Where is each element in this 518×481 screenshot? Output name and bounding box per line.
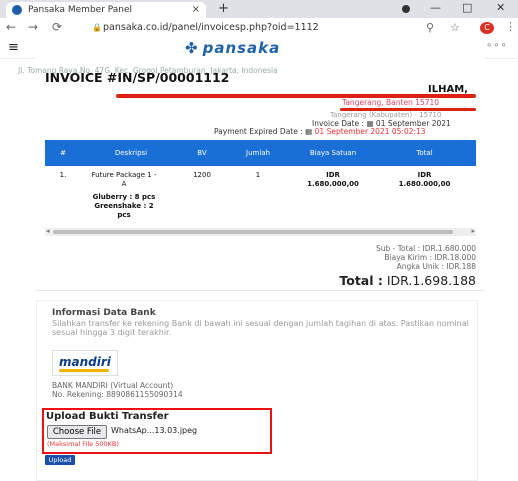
browser-tab[interactable]: Pansaka Member Panel × xyxy=(6,2,206,18)
scrollbar-thumb[interactable] xyxy=(53,230,453,234)
row-unit-price: IDR 1.680.000,00 xyxy=(293,171,373,189)
new-tab-button[interactable]: + xyxy=(218,1,229,16)
col-header-qty: Jumlah xyxy=(246,149,270,157)
calendar-icon: ▦ xyxy=(305,127,313,136)
minimize-button[interactable]: — xyxy=(430,1,441,14)
profile-avatar[interactable]: C xyxy=(480,22,494,34)
total-amount: 1.680.000,00 xyxy=(398,180,451,188)
browser-menu-icon[interactable]: ⋮ xyxy=(505,20,516,33)
col-header-total: Total xyxy=(416,149,433,157)
invoice-title: INVOICE #IN/SP/00001112 xyxy=(45,70,230,85)
grand-total: Total : IDR.1.698.188 xyxy=(339,273,476,288)
unique-number: Angka Unik : IDR.188 xyxy=(396,262,476,271)
lock-icon: 🔒 xyxy=(92,23,102,32)
subtotal: Sub - Total : IDR.1.680.000 xyxy=(375,244,476,253)
bank-name: BANK MANDIRI (Virtual Account) xyxy=(52,381,174,390)
row-no: 1. xyxy=(59,171,67,179)
upload-heading: Upload Bukti Transfer xyxy=(46,411,169,422)
invoice-table-header: # Deskripsi BV Jumlah Biaya Satuan Total xyxy=(45,140,476,166)
logo-mark-icon: ✤ xyxy=(185,39,199,57)
more-options-icon[interactable]: ∘∘∘ xyxy=(486,40,508,51)
site-header: ≡ ✤ pansaka ∘∘∘ xyxy=(0,38,518,59)
max-file-note: (Maksimal File 500KB) xyxy=(47,440,119,448)
total-currency: IDR xyxy=(417,171,432,179)
choose-file-button[interactable]: Choose File xyxy=(47,425,107,439)
bank-mandiri-logo: mandiri xyxy=(52,350,118,376)
shipping-cost: Biaya Kirim : IDR.18.000 xyxy=(384,253,476,262)
col-header-desc: Deskripsi xyxy=(114,149,148,157)
upload-button[interactable]: Upload xyxy=(45,455,75,465)
url-text: pansaka.co.id/panel/invoicesp.php?oid=11… xyxy=(103,22,319,33)
favicon-icon xyxy=(12,5,22,15)
unit-currency: IDR xyxy=(326,171,340,179)
record-icon xyxy=(402,5,410,13)
grand-total-label: Total : xyxy=(339,273,383,288)
scroll-left-icon[interactable]: ◂ xyxy=(46,227,50,235)
unit-amount: 1.680.000,00 xyxy=(307,180,359,188)
grand-total-value: IDR.1.698.188 xyxy=(386,273,476,288)
col-header-unit-price: Biaya Satuan xyxy=(309,149,357,157)
selected-file-name: WhatsAp...13.03.jpeg xyxy=(111,426,198,435)
tab-title: Pansaka Member Panel xyxy=(28,5,133,15)
hamburger-menu-icon[interactable]: ≡ xyxy=(8,40,19,55)
maximize-button[interactable]: □ xyxy=(462,1,472,14)
back-icon[interactable]: ← xyxy=(6,20,16,34)
logo-text: pansaka xyxy=(202,39,281,57)
bank-info-heading: Informasi Data Bank xyxy=(52,308,156,318)
tab-close-icon[interactable]: × xyxy=(192,2,200,18)
row-description: Future Package 1 - A xyxy=(91,171,157,188)
bank-logo-text: mandiri xyxy=(59,355,111,369)
row-items: Gluberry : 8 pcs Greenshake : 2 pcs xyxy=(92,193,156,219)
close-window-button[interactable]: ✕ xyxy=(496,1,505,14)
payment-expired-date: Payment Expired Date : ▦ 01 September 20… xyxy=(214,127,426,136)
payment-expired-value: 01 September 2021 05:02:13 xyxy=(314,127,426,136)
address-bar[interactable]: 🔒 pansaka.co.id/panel/invoicesp.php?oid=… xyxy=(92,21,372,35)
table-horizontal-scrollbar[interactable]: ◂ ▸ xyxy=(45,227,476,236)
row-qty: 1 xyxy=(255,171,261,179)
reload-icon[interactable]: ⟳ xyxy=(52,20,62,34)
payment-expired-label: Payment Expired Date : xyxy=(214,127,303,136)
buyer-district: Tangerang (Kabupaten) - 15710 xyxy=(330,111,442,119)
bank-logo-wave-icon xyxy=(59,369,109,372)
row-total: IDR 1.680.000,00 xyxy=(373,171,476,189)
site-logo[interactable]: ✤ pansaka xyxy=(185,39,280,57)
buyer-city: Tangerang, Banten 15710 xyxy=(342,98,440,107)
bank-account-number: No. Rekening: 8890861155090314 xyxy=(52,390,183,399)
zoom-icon[interactable]: ⚲ xyxy=(426,21,434,34)
forward-icon[interactable]: → xyxy=(28,20,38,34)
browser-tab-bar: Pansaka Member Panel × + — □ ✕ xyxy=(0,0,518,18)
scroll-right-icon[interactable]: ▸ xyxy=(471,227,475,235)
row-bv: 1200 xyxy=(193,171,211,179)
col-header-bv: BV xyxy=(197,149,207,157)
divider xyxy=(36,290,484,291)
bank-info-description: Silahkan transfer ke rekening Bank di ba… xyxy=(52,319,469,337)
table-row: 1. Future Package 1 - A Gluberry : 8 pcs… xyxy=(45,166,476,228)
col-header-no: # xyxy=(60,149,66,157)
browser-toolbar: ← → ⟳ 🔒 pansaka.co.id/panel/invoicesp.ph… xyxy=(0,18,518,39)
bookmark-star-icon[interactable]: ☆ xyxy=(450,21,460,34)
